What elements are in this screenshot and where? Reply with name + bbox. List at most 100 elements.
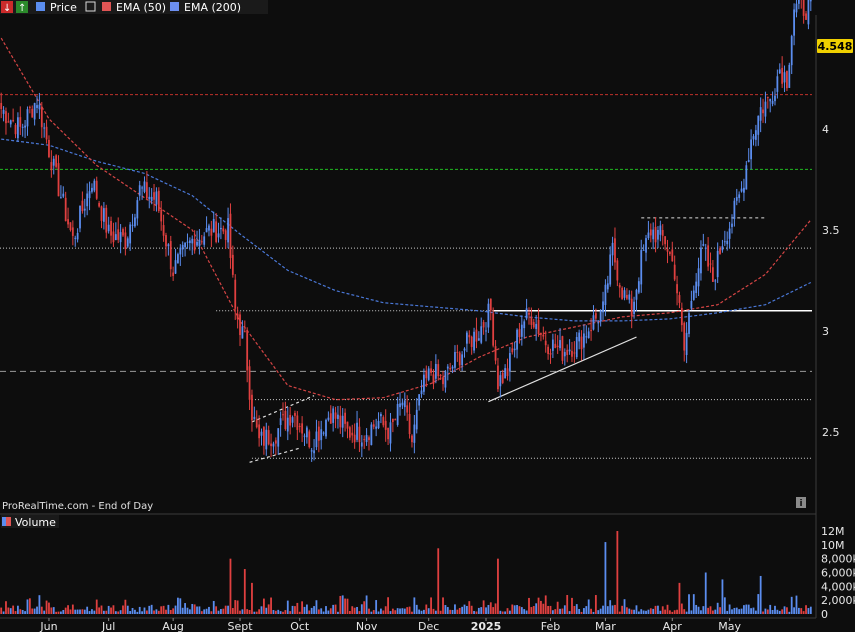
candle-body [711, 267, 714, 282]
candle-body [602, 301, 604, 313]
price-tick-label: 3.5 [822, 224, 840, 237]
volume-bar [786, 607, 788, 614]
volume-bar [716, 602, 719, 614]
candle-body [138, 185, 141, 196]
volume-bar [530, 607, 533, 614]
volume-bar [661, 606, 664, 614]
candle-body [14, 124, 17, 135]
candle-body [781, 67, 784, 84]
candle-body [88, 191, 91, 199]
svg-text:↓: ↓ [3, 3, 11, 14]
legend-ema50-label: EMA (50) [116, 1, 166, 14]
time-tick-label: Mar [595, 620, 616, 632]
candle-body [303, 435, 306, 437]
candle-body [243, 331, 246, 333]
volume-bar [36, 606, 38, 614]
volume-bar [81, 609, 84, 614]
candle-body [504, 368, 507, 379]
volume-bar [542, 603, 545, 614]
volume-bar [451, 609, 454, 614]
candle-body [26, 109, 29, 127]
candle-body [542, 334, 545, 337]
candle-body [556, 345, 559, 348]
candle-body [626, 294, 628, 299]
volume-bar [169, 609, 172, 614]
candle-body [752, 136, 755, 140]
time-tick-label: 2025 [471, 620, 502, 632]
volume-bar [136, 611, 139, 614]
candle-body [131, 224, 134, 226]
volume-bar [790, 596, 793, 614]
volume-bar [556, 601, 559, 614]
svg-text:↑: ↑ [18, 3, 26, 14]
candle-body [258, 424, 261, 439]
info-icon[interactable]: i [796, 497, 806, 509]
candle-body [126, 238, 129, 247]
volume-bar [200, 611, 203, 614]
volume-bar [363, 601, 366, 614]
candle-body [193, 239, 196, 251]
candle-body [614, 238, 616, 263]
candle-body [114, 234, 117, 241]
volume-bar [396, 608, 399, 614]
volume-bar [126, 605, 129, 614]
volume-bar [110, 607, 112, 614]
candle-body [7, 121, 10, 123]
candle-body [666, 249, 669, 252]
volume-bar [602, 605, 604, 614]
candle-body [516, 329, 518, 350]
candle-body [661, 230, 664, 236]
volume-bar [637, 611, 640, 614]
candle-body [640, 250, 643, 285]
candle-body [12, 119, 15, 122]
candle-body [406, 405, 409, 413]
volume-tick-label: 10M [821, 539, 845, 552]
volume-bar [356, 606, 358, 614]
volume-bar [5, 601, 7, 614]
volume-bar [477, 607, 480, 614]
candle-body [71, 227, 74, 236]
candle-body [174, 260, 177, 274]
candle-body [759, 107, 762, 121]
volume-bar [329, 608, 332, 614]
volume-bar [9, 608, 12, 614]
volume-bar [704, 572, 707, 614]
candle-body [153, 192, 155, 200]
volume-bar [449, 609, 452, 614]
volume-bar [721, 579, 724, 614]
volume-bar [150, 604, 153, 614]
candle-body [200, 241, 203, 243]
volume-bar [475, 611, 478, 614]
volume-bar [265, 607, 268, 614]
volume-bar [83, 609, 86, 614]
volume-bar [497, 558, 499, 614]
volume-bar [444, 605, 447, 614]
candle-body [420, 390, 423, 395]
volume-bar [487, 604, 490, 614]
volume-bar [353, 607, 356, 614]
stock-chart[interactable]: ↓ ↑ Price EMA (50) EMA (200) 2.5 3 3.5 4 4.… [0, 0, 855, 632]
candle-body [339, 415, 342, 428]
candle-body [282, 414, 284, 416]
volume-bar [181, 607, 184, 614]
volume-bar [45, 600, 48, 614]
volume-bar [800, 608, 803, 614]
volume-bar [26, 599, 29, 614]
candle-body [678, 295, 681, 303]
candle-body [559, 340, 561, 349]
candle-body [544, 340, 547, 346]
volume-bar [647, 609, 650, 614]
candle-body [360, 442, 363, 447]
volume-bar [401, 608, 404, 614]
candle-body [222, 228, 225, 232]
volume-bar [685, 611, 688, 614]
legend-price-label: Price [50, 1, 77, 14]
candle-body [473, 331, 475, 351]
candle-body [494, 346, 497, 361]
candle-body [382, 417, 385, 426]
volume-bar [807, 608, 810, 614]
volume-tick-label: 0 [821, 608, 828, 621]
volume-bar [291, 605, 294, 614]
time-tick-label: Apr [663, 620, 683, 632]
candle-body [28, 106, 31, 108]
